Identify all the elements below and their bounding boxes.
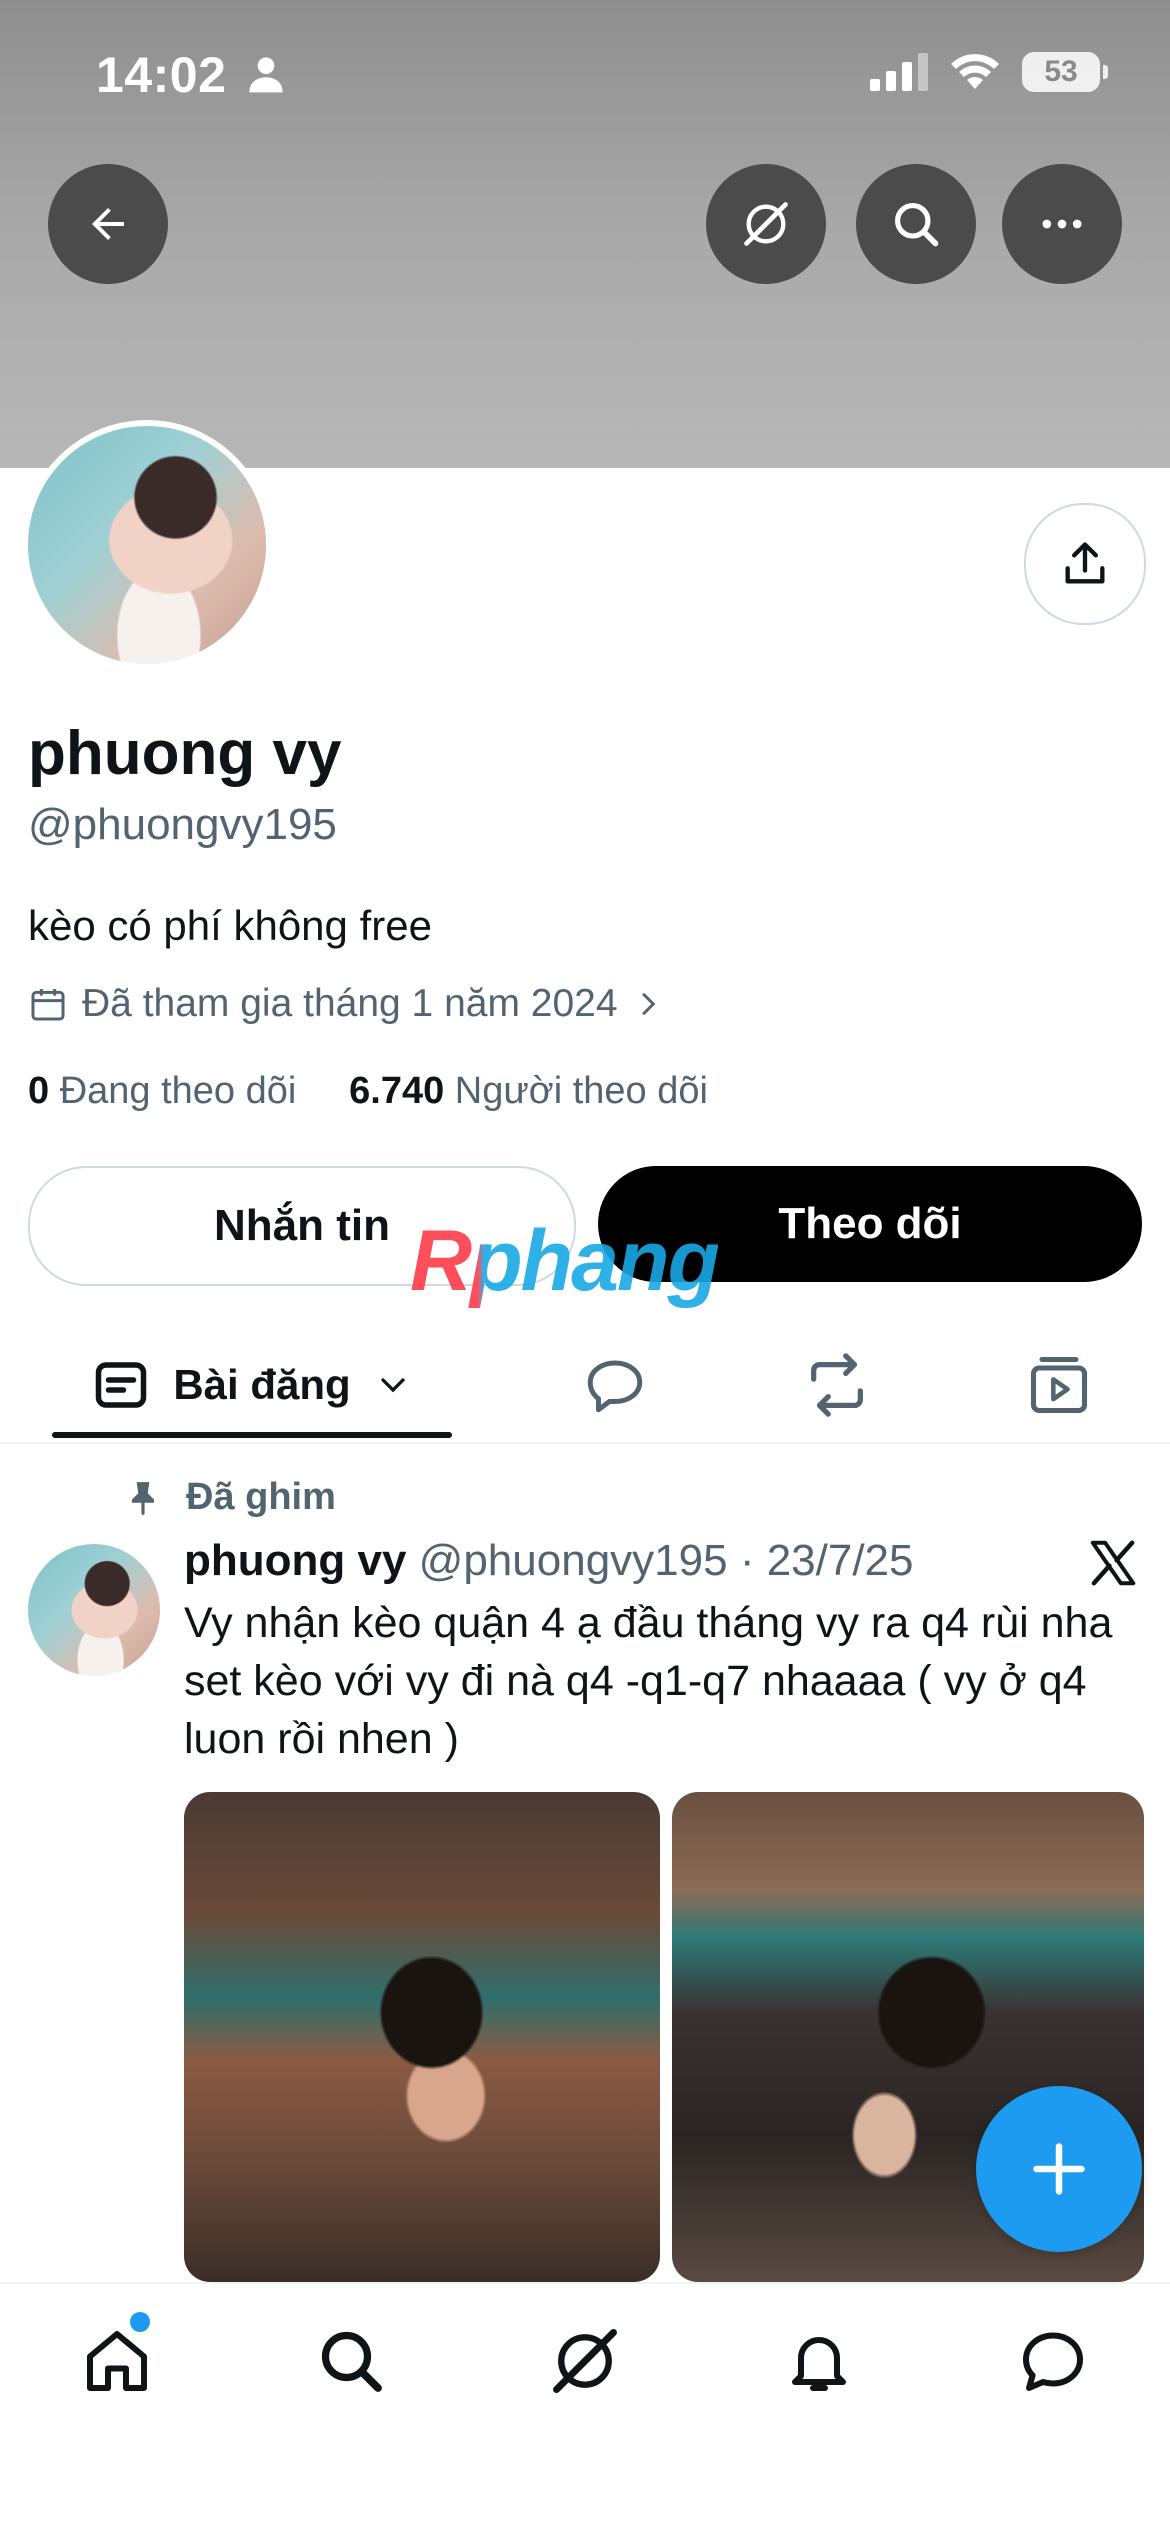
- messages-icon: [1023, 2332, 1083, 2391]
- following-link[interactable]: 0 Đang theo dõi: [28, 1070, 296, 1112]
- post-author-avatar[interactable]: [28, 1544, 160, 1676]
- post-text: Vy nhận kèo quận 4 ạ đầu tháng vy ra q4 …: [184, 1599, 1113, 1763]
- profile-bio: kèo có phí không free: [28, 902, 432, 949]
- avatar-image: [28, 426, 266, 664]
- share-button[interactable]: [1024, 503, 1146, 625]
- grok-icon: [744, 202, 788, 246]
- more-icon: [1042, 219, 1082, 229]
- status-time: 14:02: [96, 47, 227, 103]
- tabs-divider: [0, 1442, 1170, 1444]
- grok-icon: [553, 2329, 617, 2393]
- search-button[interactable]: [856, 164, 976, 284]
- following-count: 0: [28, 1070, 50, 1112]
- profile-handle: @phuongvy195: [28, 800, 337, 849]
- nav-search[interactable]: [306, 2316, 396, 2406]
- post-date[interactable]: · 23/7/25: [740, 1536, 914, 1585]
- grok-button[interactable]: [706, 164, 826, 284]
- profile-name: phuong vy: [28, 719, 342, 788]
- watermark: Rphang: [410, 1213, 720, 1309]
- joined-date[interactable]: Đã tham gia tháng 1 năm 2024: [28, 982, 664, 1026]
- nav-messages[interactable]: [1008, 2316, 1098, 2406]
- profile-avatar[interactable]: [22, 420, 272, 670]
- back-button[interactable]: [48, 164, 168, 284]
- search-icon: [321, 2331, 382, 2392]
- followers-link[interactable]: 6.740 Người theo dõi: [349, 1070, 708, 1112]
- repost-icon: [811, 1353, 863, 1417]
- calendar-icon: [31, 989, 65, 1021]
- followers-label: Người theo dõi: [454, 1070, 708, 1112]
- pinned-label: Đã ghim: [186, 1476, 336, 1518]
- person-icon: [249, 57, 283, 93]
- post-photo-1[interactable]: [184, 1792, 660, 2282]
- chevron-right-icon: [642, 993, 655, 1015]
- media-icon: [1030, 1356, 1088, 1414]
- tab-media[interactable]: [1014, 1330, 1104, 1440]
- x-logo-icon[interactable]: [1086, 1536, 1140, 1590]
- tab-posts-label: Bài đăng: [173, 1361, 351, 1408]
- following-label: Đang theo dõi: [59, 1070, 297, 1112]
- reply-icon: [587, 1360, 643, 1413]
- posts-icon: [96, 1362, 147, 1408]
- bell-icon: [792, 2337, 846, 2391]
- nav-notifications[interactable]: [774, 2316, 864, 2406]
- wifi-icon: [951, 54, 999, 89]
- search-icon: [894, 202, 939, 247]
- share-icon: [1065, 542, 1105, 584]
- more-button[interactable]: [1002, 164, 1122, 284]
- pin-icon: [131, 1481, 155, 1515]
- home-icon: [87, 2331, 147, 2391]
- post-header: phuong vy @phuongvy195 · 23/7/25: [184, 1536, 914, 1586]
- follow-stats: 0 Đang theo dõi 6.740 Người theo dõi: [28, 1070, 708, 1113]
- followers-count: 6.740: [349, 1070, 445, 1112]
- chevron-down-icon: [381, 1378, 405, 1393]
- status-indicators: 53: [870, 52, 1108, 92]
- nav-grok[interactable]: [540, 2316, 630, 2406]
- tab-reposts[interactable]: [792, 1330, 882, 1440]
- back-arrow-icon: [92, 208, 124, 240]
- active-tab-indicator: [52, 1432, 452, 1438]
- plus-icon: [1033, 2143, 1085, 2195]
- tab-replies[interactable]: [570, 1330, 660, 1440]
- post-author-handle[interactable]: @phuongvy195: [419, 1536, 728, 1585]
- battery-indicator: 53: [1022, 52, 1108, 92]
- signal-icon: [870, 53, 928, 91]
- home-notification-dot: [130, 2312, 150, 2332]
- post-author-name[interactable]: phuong vy: [184, 1536, 406, 1585]
- joined-date-text: Đã tham gia tháng 1 năm 2024: [82, 982, 618, 1025]
- compose-button[interactable]: [976, 2086, 1142, 2252]
- nav-home[interactable]: [72, 2316, 162, 2406]
- pinned-indicator: Đã ghim: [124, 1476, 336, 1519]
- tab-posts[interactable]: Bài đăng: [52, 1330, 452, 1440]
